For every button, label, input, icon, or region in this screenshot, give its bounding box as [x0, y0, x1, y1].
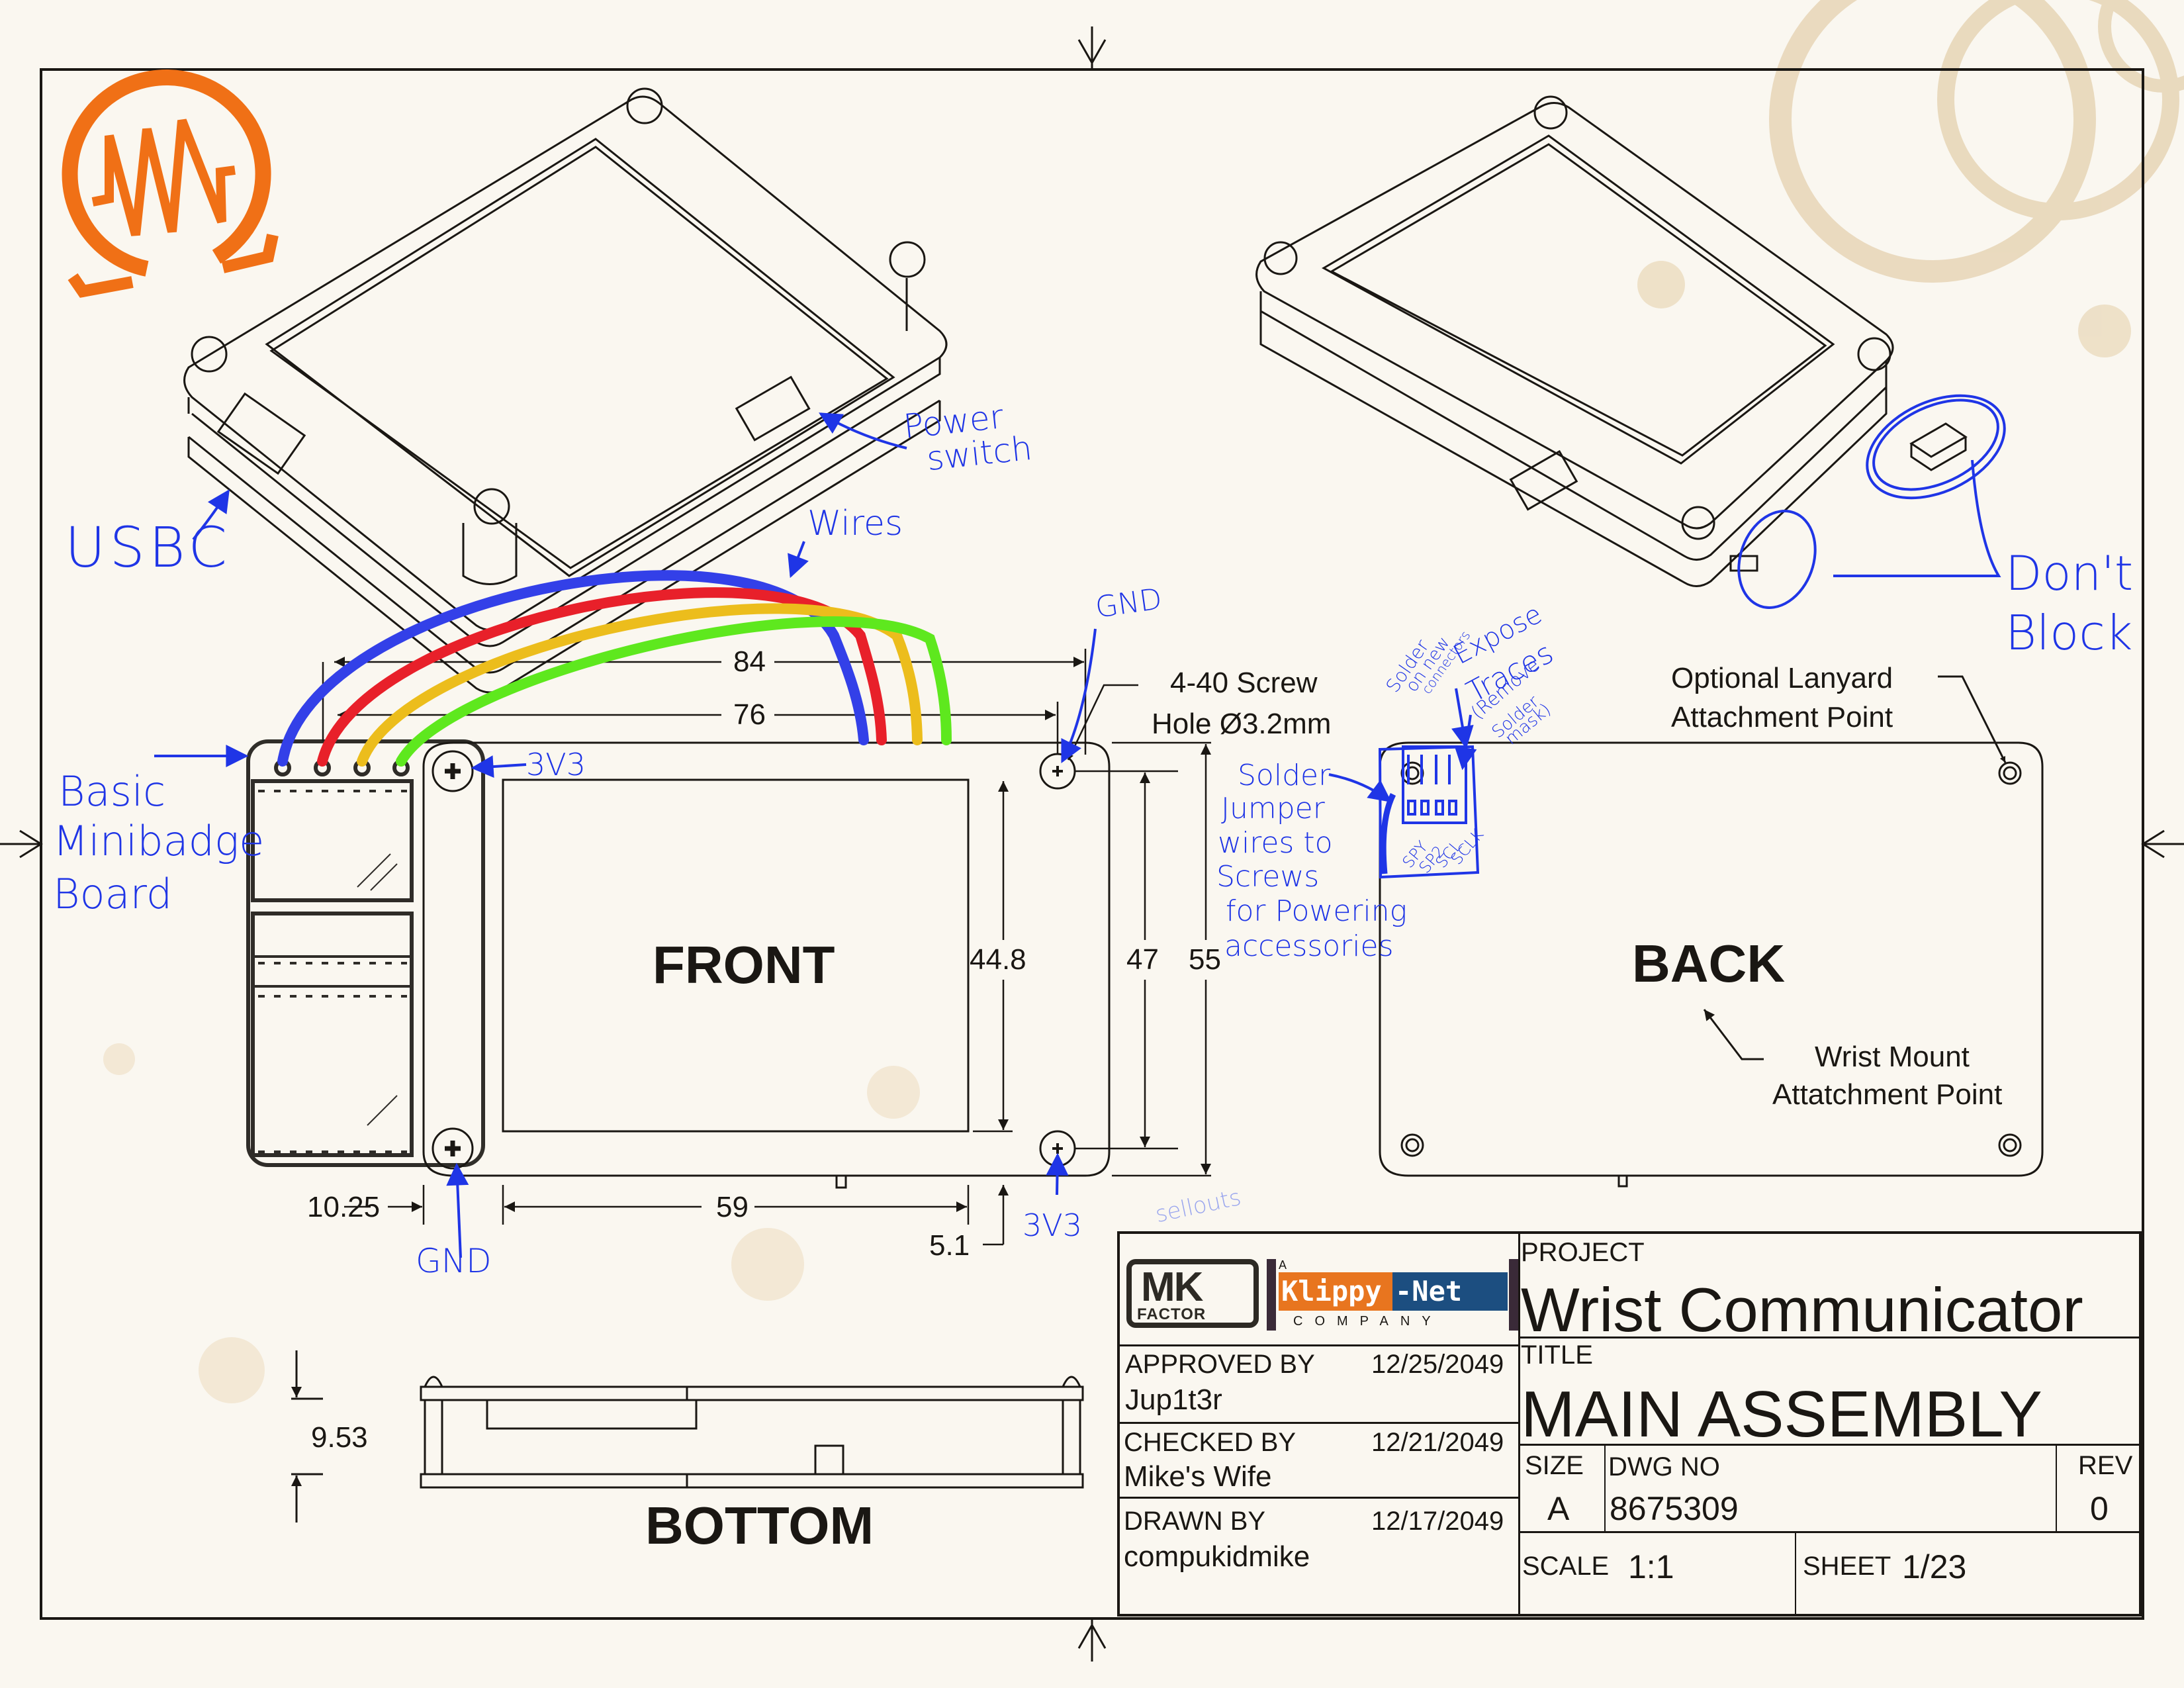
dim-bottom-offset: 5.1 [929, 1229, 970, 1262]
title-value: MAIN ASSEMBLY [1521, 1378, 2042, 1450]
rev-label: REV [2078, 1451, 2133, 1480]
dim-hole-spacing-height: 47 [1126, 943, 1159, 976]
annotation-usbc: USBC [65, 515, 231, 580]
annotation-jumper-4: Screws [1216, 860, 1320, 894]
checked-date: 12/21/2049 [1371, 1428, 1504, 1457]
gnd-top-arrow [1061, 628, 1097, 764]
project-value: Wrist Communicator [1521, 1275, 2083, 1344]
size-label: SIZE [1525, 1451, 1584, 1480]
drawing-sheet: FRONT BACK BOTTOM 84 76 59 10.25 5.1 44.… [0, 0, 2184, 1688]
scale-label: SCALE [1522, 1552, 1610, 1581]
dwg-no-value: 8675309 [1610, 1490, 1739, 1527]
dwg-no-label: DWG NO [1608, 1452, 1720, 1481]
annotation-minibadge-2: Minibadge [53, 817, 265, 865]
dim-overall-height: 55 [1189, 943, 1221, 976]
annotation-jumper-3: wires to [1218, 826, 1333, 860]
approved-cell: APPROVED BY 12/25/2049 Jup1t3r [1120, 1344, 1520, 1424]
dim-hole-spacing-width: 76 [733, 698, 766, 731]
lanyard-callout-line1: Optional Lanyard [1671, 662, 1893, 694]
checked-cell: CHECKED BY 12/21/2049 Mike's Wife [1120, 1424, 1520, 1499]
annotation-3v3-bottom: 3V3 [1023, 1207, 1083, 1243]
dim-screen-width: 59 [716, 1191, 749, 1223]
mk-factor-logo-top: MK [1141, 1264, 1203, 1310]
title-cell: TITLE MAIN ASSEMBLY [1518, 1336, 2142, 1446]
annotation-dont-block-1: Don't [2005, 545, 2134, 601]
lanyard-callout-line2: Attachment Point [1671, 701, 1893, 733]
title-block: MK FACTOR A Klippy -Net COMPANY PROJECT … [1117, 1231, 2142, 1617]
wires-arrow [788, 541, 809, 579]
isometric-front-view [183, 87, 948, 694]
drawn-cell: DRAWN BY 12/17/2049 compukidmike [1120, 1499, 1520, 1617]
sheet-label: SHEET [1803, 1552, 1891, 1581]
annotation-wires: Wires [807, 504, 903, 543]
annotation-minibadge-1: Basic [58, 767, 166, 816]
mk-factor-logo: MK FACTOR [1126, 1259, 1259, 1328]
screw-callout-line2: Hole Ø3.2mm [1152, 708, 1332, 740]
project-label: PROJECT [1521, 1238, 1645, 1267]
drawn-label: DRAWN BY [1124, 1507, 1266, 1536]
bracket-left [1267, 1259, 1276, 1331]
annotation-jumper-2: Jumper [1221, 792, 1325, 825]
minibadge-board-sketch [246, 739, 485, 1167]
dim-left-offset: 10.25 [307, 1191, 381, 1223]
dim-overall-width: 84 [733, 645, 766, 678]
annotation-jumper-6: accessories [1224, 929, 1394, 963]
dim-screen-height: 44.8 [970, 943, 1026, 976]
klippy-net-a: A [1279, 1258, 1287, 1272]
pen-annotation-strokes [154, 394, 2006, 1258]
isometric-back-view [1255, 95, 1968, 587]
rev-value: 0 [2090, 1490, 2109, 1527]
klippy-net-company: COMPANY [1293, 1314, 1443, 1329]
front-view-label: FRONT [653, 935, 835, 994]
wires [277, 570, 952, 767]
scale-cell: SCALE 1:1 [1518, 1533, 1796, 1617]
title-label: TITLE [1521, 1340, 1593, 1370]
checked-name: Mike's Wife [1124, 1460, 1272, 1493]
power-switch-arrow [819, 412, 907, 449]
sheet-value: 1/23 [1902, 1548, 1967, 1585]
omega-resistor-logo-icon [62, 70, 279, 298]
approved-label: APPROVED BY [1125, 1350, 1315, 1379]
bottom-view-label: BOTTOM [645, 1496, 874, 1555]
annotation-dont-block-2: Block [2005, 605, 2133, 661]
klippy-net-logo-right: -Net [1392, 1272, 1508, 1311]
annotation-minibadge-3: Board [53, 870, 173, 918]
approved-date: 12/25/2049 [1371, 1350, 1504, 1379]
back-view-label: BACK [1632, 934, 1786, 993]
dim-thickness: 9.53 [311, 1421, 368, 1454]
annotation-3v3-left: 3V3 [526, 747, 586, 782]
sheet-cell: SHEET 1/23 [1796, 1533, 2142, 1617]
wrist-callout-line1: Wrist Mount [1815, 1041, 1970, 1073]
annotation-gnd-bottom: GND [416, 1242, 492, 1280]
drawn-name: compukidmike [1124, 1540, 1310, 1573]
size-cell: SIZE A [1518, 1444, 1606, 1533]
company-logos-cell: MK FACTOR A Klippy -Net COMPANY [1120, 1234, 1520, 1346]
screw-callout-line1: 4-40 Screw [1170, 667, 1318, 699]
drawn-date: 12/17/2049 [1371, 1507, 1504, 1536]
annotation-jumper-1: Solder [1238, 759, 1331, 792]
wrist-callout-line2: Attatchment Point [1772, 1078, 2003, 1111]
size-value: A [1547, 1490, 1570, 1527]
v33-bottom-arrow [1046, 1152, 1069, 1196]
project-cell: PROJECT Wrist Communicator [1518, 1234, 2142, 1344]
klippy-net-logo-left: Klippy [1279, 1272, 1392, 1311]
annotation-jumper-5: for Powering [1226, 894, 1408, 928]
rev-cell: REV 0 [2057, 1444, 2142, 1533]
mk-factor-logo-bottom: FACTOR [1137, 1305, 1206, 1323]
bracket-right [1509, 1259, 1518, 1331]
approved-name: Jup1t3r [1125, 1383, 1222, 1416]
dwg-no-cell: DWG NO 8675309 [1606, 1444, 2057, 1533]
checked-label: CHECKED BY [1124, 1428, 1297, 1457]
scale-value: 1:1 [1628, 1548, 1674, 1585]
dont-block-circle-1 [1872, 399, 1999, 491]
